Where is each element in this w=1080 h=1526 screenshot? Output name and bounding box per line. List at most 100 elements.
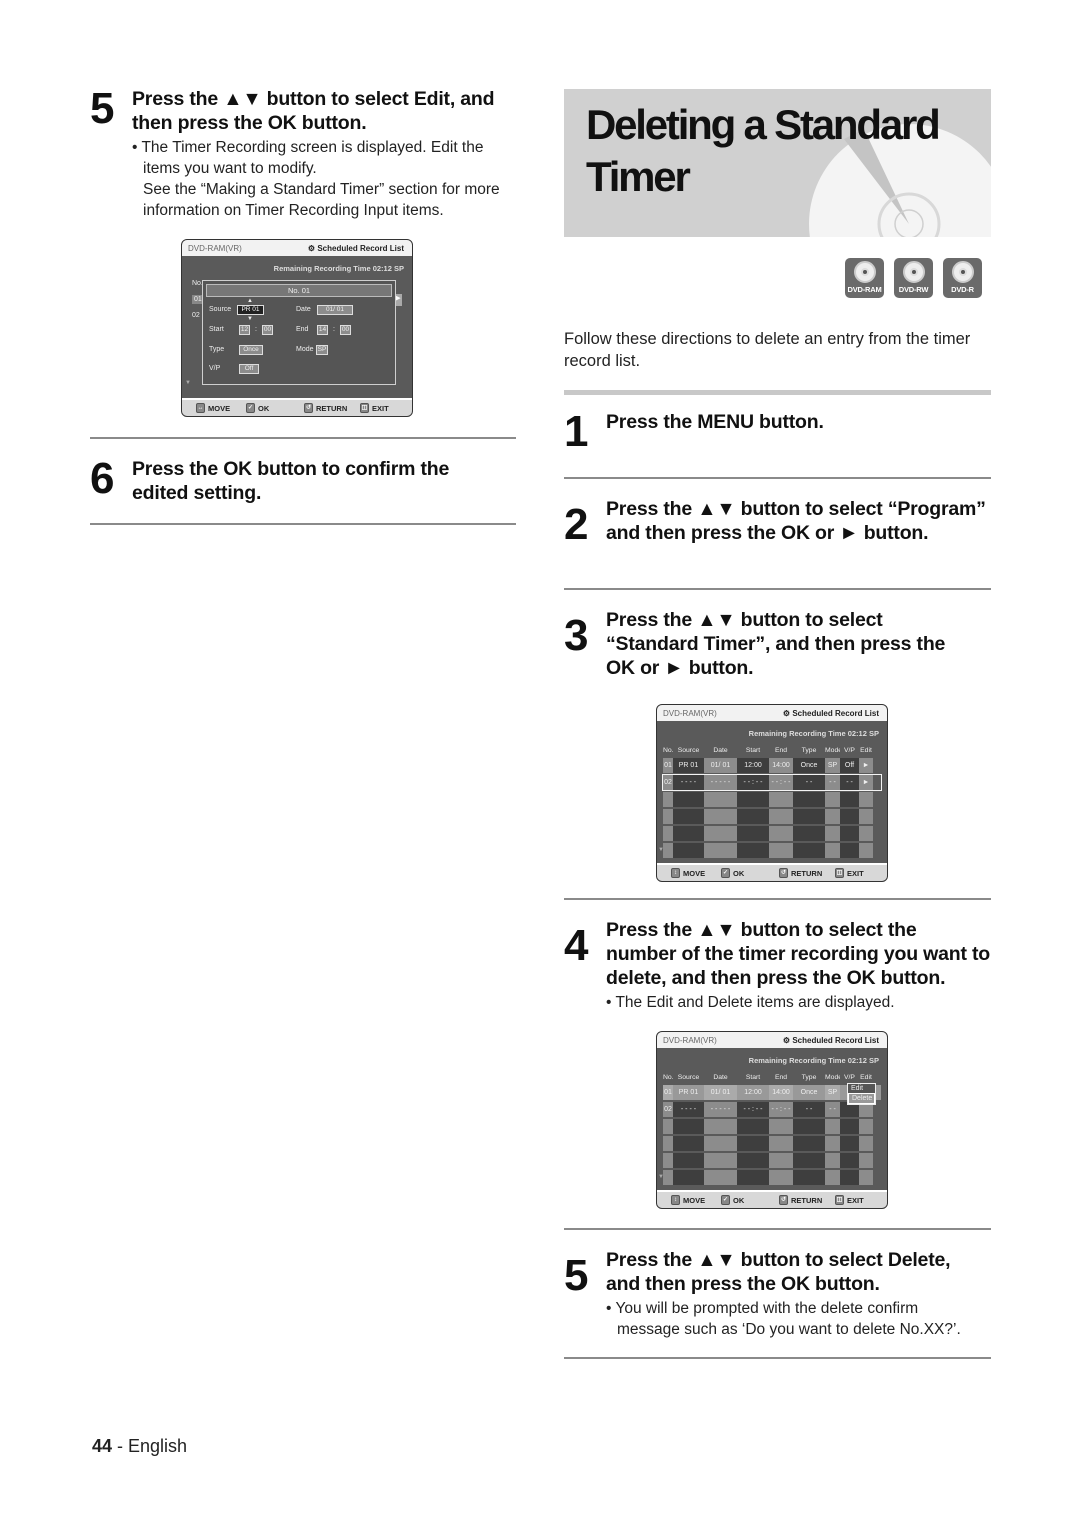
vp-label: V/P: [209, 365, 221, 372]
popup-item-edit[interactable]: Edit: [848, 1084, 875, 1093]
cell-type: Once: [793, 758, 825, 773]
osd-title: ⚙ Scheduled Record List: [307, 243, 404, 253]
left-step-6: 6 Press the OK button to confirm the edi…: [90, 457, 520, 505]
edit-delete-popup: Edit Delete: [847, 1083, 876, 1105]
col-header: Date: [713, 1074, 728, 1081]
table-row[interactable]: 01 PR 01 01/ 01 12:00 14:00 Once SP Off …: [663, 758, 881, 773]
col-header: Type: [801, 1074, 817, 1081]
step-heading: Press the ▲▼ button to select Edit, and …: [132, 88, 495, 134]
step-heading: Press the OK button to confirm the edite…: [132, 458, 450, 504]
col-header: End: [774, 747, 788, 754]
step-bullet: • The Edit and Delete items are displaye…: [606, 994, 895, 1011]
cell-no: 02: [663, 1102, 673, 1117]
edit-arrow-icon[interactable]: ►: [859, 775, 873, 790]
type-field[interactable]: Once: [239, 345, 263, 355]
osd-title: ⚙ Scheduled Record List: [782, 1035, 879, 1045]
step-heading: Press the ▲▼ button to select “Program” …: [606, 498, 986, 544]
divider: [564, 1228, 991, 1230]
empty-row: [663, 843, 881, 858]
date-field[interactable]: 01/ 01: [317, 305, 353, 315]
col-header: Edit: [860, 747, 872, 754]
table-header: No. Source Date Start End Type Mode V/P …: [663, 1072, 881, 1083]
page-title: Deleting a Standard Timer: [586, 99, 941, 203]
down-arrow-icon: ▼: [247, 316, 253, 322]
record-list-table: No. Source Date Start End Type Mode V/P …: [662, 745, 882, 858]
disc-icon: [951, 261, 974, 283]
cell-type: Once: [793, 1085, 825, 1100]
exit-icon: ◫: [835, 1195, 844, 1205]
col-header: No.: [663, 1074, 673, 1081]
col-header: Source: [677, 747, 700, 754]
disc-mode-label: DVD-RAM(VR): [663, 1035, 717, 1045]
vp-field[interactable]: Off: [239, 364, 259, 374]
move-label: MOVE: [208, 403, 231, 413]
page-number: 44: [92, 1436, 113, 1456]
disc-icon: [902, 261, 925, 283]
start-minute-field[interactable]: 00: [262, 325, 273, 335]
step-body: • The Edit and Delete items are displaye…: [606, 992, 991, 1013]
ok-label: OK: [733, 1195, 745, 1205]
cell-source: PR 01: [673, 758, 704, 773]
section-divider: [564, 390, 991, 395]
start-hour-field[interactable]: 12: [239, 325, 250, 335]
cell-end: - - : - -: [769, 775, 793, 790]
col-header: Type: [801, 747, 817, 754]
cell-source: - - - -: [673, 775, 704, 790]
badge-label: DVD-RW: [898, 285, 929, 294]
exit-label: EXIT: [372, 403, 389, 413]
disc-compatibility-badges: DVD-RAM DVD-RW DVD-R: [845, 258, 982, 298]
page-title-line-2: Timer: [586, 153, 691, 200]
type-label: Type: [209, 346, 225, 353]
return-hint: ↺ RETURN: [304, 403, 360, 413]
badge-dvd-r: DVD-R: [943, 258, 982, 298]
scroll-down-icon: ▼: [658, 1174, 664, 1180]
empty-row: [663, 1136, 881, 1151]
edit-arrow-icon[interactable]: ►: [859, 758, 873, 773]
ok-label: OK: [733, 868, 745, 878]
cell-source: - - - -: [673, 1102, 704, 1117]
end-hour-field[interactable]: 14: [317, 325, 328, 335]
source-field[interactable]: PR 01: [237, 305, 264, 315]
cell-start: 12:00: [737, 758, 769, 773]
return-label: RETURN: [791, 1195, 823, 1205]
remaining-time: Remaining Recording Time 02:12 SP: [748, 1056, 879, 1065]
cell-vp: Off: [840, 758, 859, 773]
ok-hint: ✓ OK: [721, 868, 779, 878]
step-number: 4: [564, 921, 589, 970]
disc-mode-label: DVD-RAM(VR): [188, 243, 242, 253]
empty-row: [663, 1119, 881, 1134]
cell-end: 14:00: [769, 1085, 793, 1100]
osd-header: DVD-RAM(VR) ⚙ Scheduled Record List: [182, 240, 412, 256]
left-step-5: 5 Press the ▲▼ button to select Edit, an…: [90, 87, 520, 221]
popup-item-delete[interactable]: Delete: [848, 1093, 875, 1104]
scroll-down-icon: ▼: [658, 847, 664, 853]
end-label: End: [296, 326, 309, 333]
mode-field[interactable]: SP: [316, 345, 328, 355]
step-number: 5: [564, 1251, 589, 1300]
return-hint: ↺ RETURN: [779, 868, 835, 878]
exit-hint: ◫ EXIT: [360, 403, 389, 413]
colon: :: [333, 326, 335, 333]
exit-icon: ◫: [360, 403, 369, 413]
step-number: 3: [564, 611, 589, 660]
right-step-5: 5 Press the ▲▼ button to select Delete, …: [564, 1248, 991, 1340]
osd-footer: ↕ MOVE ✓ OK ↺ RETURN ◫ EXIT: [657, 863, 887, 881]
move-hint: ↕ MOVE: [671, 1195, 721, 1205]
ok-hint: ✓ OK: [721, 1195, 779, 1205]
up-arrow-icon: ▲: [247, 298, 253, 304]
ok-label: OK: [258, 403, 270, 413]
empty-row: [663, 809, 881, 824]
table-row-selected[interactable]: 02 - - - - - - - - - - - : - - - - : - -…: [662, 774, 882, 791]
ok-icon: ✓: [246, 403, 255, 413]
col-header: V/P: [844, 1074, 855, 1081]
divider: [564, 588, 991, 590]
col-header: V/P: [844, 747, 855, 754]
move-hint: ↔ MOVE: [196, 403, 246, 413]
cell-date: - - - - -: [704, 775, 737, 790]
step-body: • You will be prompted with the delete c…: [606, 1298, 991, 1340]
cell-source: PR 01: [673, 1085, 704, 1100]
end-minute-field[interactable]: 00: [340, 325, 351, 335]
osd-footer: ↕ MOVE ✓ OK ↺ RETURN ◫ EXIT: [657, 1190, 887, 1208]
osd-header: DVD-RAM(VR) ⚙ Scheduled Record List: [657, 1032, 887, 1048]
footer-separator: -: [112, 1436, 129, 1456]
